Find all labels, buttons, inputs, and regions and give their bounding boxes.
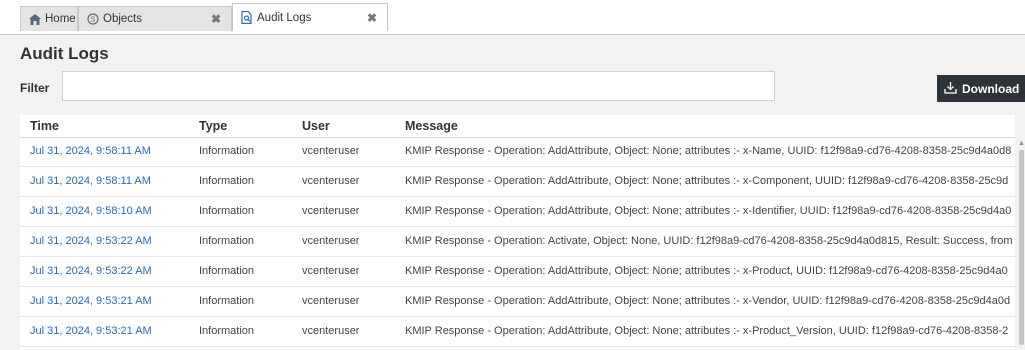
table-row[interactable]: Jul 31, 2024, 9:58:10 AM Information vce… bbox=[20, 197, 1015, 227]
cell-message: KMIP Response - Operation: Activate, Obj… bbox=[405, 235, 1013, 247]
download-button[interactable]: Download bbox=[937, 75, 1025, 102]
filter-label: Filter bbox=[20, 81, 50, 95]
cell-type: Information bbox=[199, 175, 255, 187]
cell-user: vcenteruser bbox=[302, 175, 360, 187]
audit-log-table: Time Type User Message Jul 31, 2024, 9:5… bbox=[20, 115, 1015, 350]
cell-type: Information bbox=[199, 145, 255, 157]
table-row[interactable]: Jul 31, 2024, 9:58:11 AM Information vce… bbox=[20, 167, 1015, 197]
cell-user: vcenteruser bbox=[302, 325, 360, 337]
table-body: Jul 31, 2024, 9:58:11 AM Information vce… bbox=[20, 137, 1015, 347]
cell-type: Information bbox=[199, 205, 255, 217]
tab-bar: Home S Objects ✖ Audit Logs ✖ bbox=[0, 0, 1025, 34]
tab-label: Audit Logs bbox=[257, 11, 312, 24]
cell-message: KMIP Response - Operation: AddAttribute,… bbox=[405, 265, 1008, 277]
cell-time[interactable]: Jul 31, 2024, 9:58:10 AM bbox=[30, 205, 152, 217]
cell-message: KMIP Response - Operation: AddAttribute,… bbox=[405, 205, 1012, 217]
tab-home[interactable]: Home bbox=[20, 6, 78, 31]
column-header-message[interactable]: Message bbox=[405, 119, 458, 133]
cell-type: Information bbox=[199, 325, 255, 337]
svg-text:S: S bbox=[91, 17, 96, 24]
cell-message: KMIP Response - Operation: AddAttribute,… bbox=[405, 295, 1011, 307]
audit-log-icon bbox=[241, 11, 253, 24]
cell-user: vcenteruser bbox=[302, 145, 360, 157]
audit-logs-panel: Audit Logs Filter Download Time Type Use… bbox=[0, 34, 1025, 350]
cell-message: KMIP Response - Operation: AddAttribute,… bbox=[405, 145, 1012, 157]
table-row[interactable]: Jul 31, 2024, 9:53:21 AM Information vce… bbox=[20, 287, 1015, 317]
close-tab-objects-icon[interactable]: ✖ bbox=[211, 12, 221, 26]
table-row[interactable]: Jul 31, 2024, 9:58:11 AM Information vce… bbox=[20, 137, 1015, 167]
cell-message: KMIP Response - Operation: AddAttribute,… bbox=[405, 325, 1009, 337]
scroll-up-arrow-icon[interactable]: ▲ bbox=[1018, 140, 1025, 148]
download-label: Download bbox=[962, 81, 1020, 96]
table-row[interactable]: Jul 31, 2024, 9:53:22 AM Information vce… bbox=[20, 257, 1015, 287]
objects-icon: S bbox=[87, 13, 99, 25]
vertical-scrollbar[interactable]: ▲ bbox=[1018, 140, 1025, 350]
cell-time[interactable]: Jul 31, 2024, 9:53:22 AM bbox=[30, 235, 152, 247]
column-header-time[interactable]: Time bbox=[30, 119, 59, 133]
cell-user: vcenteruser bbox=[302, 235, 360, 247]
cell-user: vcenteruser bbox=[302, 265, 360, 277]
cell-type: Information bbox=[199, 295, 255, 307]
cell-time[interactable]: Jul 31, 2024, 9:58:11 AM bbox=[30, 145, 151, 157]
cell-user: vcenteruser bbox=[302, 205, 360, 217]
table-row[interactable]: Jul 31, 2024, 9:53:21 AM Information vce… bbox=[20, 317, 1015, 347]
tab-label: Home bbox=[45, 13, 76, 25]
cell-message: KMIP Response - Operation: AddAttribute,… bbox=[405, 175, 1009, 187]
column-header-type[interactable]: Type bbox=[199, 119, 227, 133]
tab-objects[interactable]: S Objects ✖ bbox=[78, 6, 232, 31]
table-row[interactable]: Jul 31, 2024, 9:53:22 AM Information vce… bbox=[20, 227, 1015, 257]
filter-input[interactable] bbox=[62, 71, 775, 101]
cell-type: Information bbox=[199, 235, 255, 247]
cell-time[interactable]: Jul 31, 2024, 9:58:11 AM bbox=[30, 175, 151, 187]
table-header: Time Type User Message bbox=[20, 115, 1015, 138]
scrollbar-thumb[interactable] bbox=[1019, 150, 1024, 345]
close-tab-audit-logs-icon[interactable]: ✖ bbox=[367, 11, 377, 25]
tab-label: Objects bbox=[103, 13, 142, 25]
cell-user: vcenteruser bbox=[302, 295, 360, 307]
cell-type: Information bbox=[199, 265, 255, 277]
column-header-user[interactable]: User bbox=[302, 119, 330, 133]
cell-time[interactable]: Jul 31, 2024, 9:53:22 AM bbox=[30, 265, 152, 277]
cell-time[interactable]: Jul 31, 2024, 9:53:21 AM bbox=[30, 295, 152, 307]
page-title: Audit Logs bbox=[20, 44, 109, 63]
cell-time[interactable]: Jul 31, 2024, 9:53:21 AM bbox=[30, 325, 152, 337]
download-icon bbox=[944, 81, 957, 97]
home-icon bbox=[29, 13, 41, 25]
tab-audit-logs[interactable]: Audit Logs ✖ bbox=[232, 3, 388, 31]
